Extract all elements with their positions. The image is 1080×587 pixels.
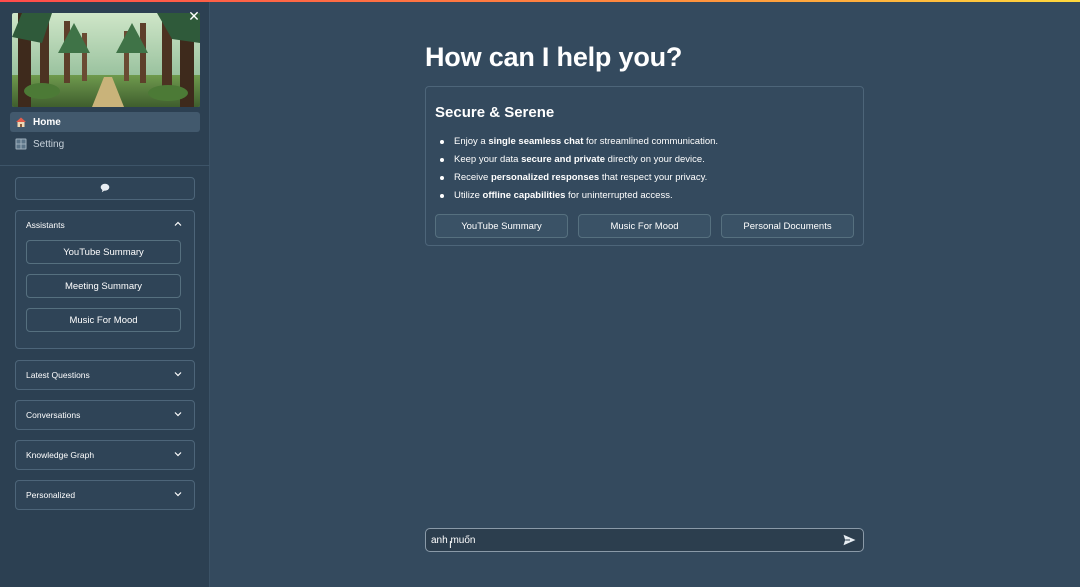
latest-questions-title: Latest Questions (26, 370, 90, 380)
personalized-title: Personalized (26, 490, 76, 500)
personalized-panel[interactable]: Personalized (15, 480, 195, 510)
nav-item-setting[interactable]: Setting (10, 134, 200, 154)
assistants-panel-title: Assistants (26, 220, 65, 230)
feature-item: Receive personalized responses that resp… (438, 171, 718, 189)
chevron-down-icon (174, 370, 182, 380)
knowledge-graph-panel-header[interactable]: Knowledge Graph (16, 441, 194, 469)
nav-label-home: Home (33, 116, 61, 128)
conversations-title: Conversations (26, 410, 81, 420)
chevron-down-icon (174, 490, 182, 500)
assistant-youtube-summary-button[interactable]: YouTube Summary (26, 240, 181, 264)
chevron-down-icon (174, 450, 182, 460)
close-sidebar-icon[interactable]: ✕ (186, 8, 202, 24)
knowledge-graph-title: Knowledge Graph (26, 450, 95, 460)
page-title: How can I help you? (425, 42, 683, 72)
conversations-panel[interactable]: Conversations (15, 400, 195, 430)
speech-balloon-icon (100, 180, 110, 198)
send-icon[interactable] (841, 532, 857, 548)
card-title: Secure & Serene (435, 104, 555, 121)
latest-questions-panel-header[interactable]: Latest Questions (16, 361, 194, 389)
forest-banner-image (12, 13, 200, 107)
house-icon (15, 116, 27, 128)
chat-input[interactable] (431, 534, 841, 546)
chevron-up-icon (174, 220, 182, 230)
nav-item-home[interactable]: Home (10, 112, 200, 132)
feature-item: Keep your data secure and private direct… (438, 153, 718, 171)
assistant-meeting-summary-button[interactable]: Meeting Summary (26, 274, 181, 298)
music-for-mood-button[interactable]: Music For Mood (578, 214, 711, 238)
new-chat-button[interactable] (15, 177, 195, 200)
feature-item: Enjoy a single seamless chat for streaml… (438, 135, 718, 153)
conversations-panel-header[interactable]: Conversations (16, 401, 194, 429)
nav-label-setting: Setting (33, 138, 65, 150)
chevron-down-icon (174, 410, 182, 420)
personalized-panel-header[interactable]: Personalized (16, 481, 194, 509)
assistant-music-for-mood-button[interactable]: Music For Mood (26, 308, 181, 332)
feature-item: Utilize offline capabilities for uninter… (438, 189, 718, 207)
top-accent-bar (0, 0, 1080, 2)
sidebar-divider (0, 165, 210, 166)
latest-questions-panel[interactable]: Latest Questions (15, 360, 195, 390)
sidebar: ✕ Home Setting Assistants YouTube Summar… (0, 0, 210, 587)
text-cursor-icon: I (449, 540, 452, 551)
personal-documents-button[interactable]: Personal Documents (721, 214, 854, 238)
assistants-panel-header[interactable]: Assistants (16, 211, 194, 239)
chat-input-box[interactable] (425, 528, 864, 552)
intro-card: Secure & Serene Enjoy a single seamless … (425, 86, 864, 246)
feature-list: Enjoy a single seamless chat for streaml… (438, 135, 718, 207)
grid-settings-icon (15, 138, 27, 150)
youtube-summary-button[interactable]: YouTube Summary (435, 214, 568, 238)
knowledge-graph-panel[interactable]: Knowledge Graph (15, 440, 195, 470)
assistants-panel: Assistants YouTube Summary Meeting Summa… (15, 210, 195, 349)
